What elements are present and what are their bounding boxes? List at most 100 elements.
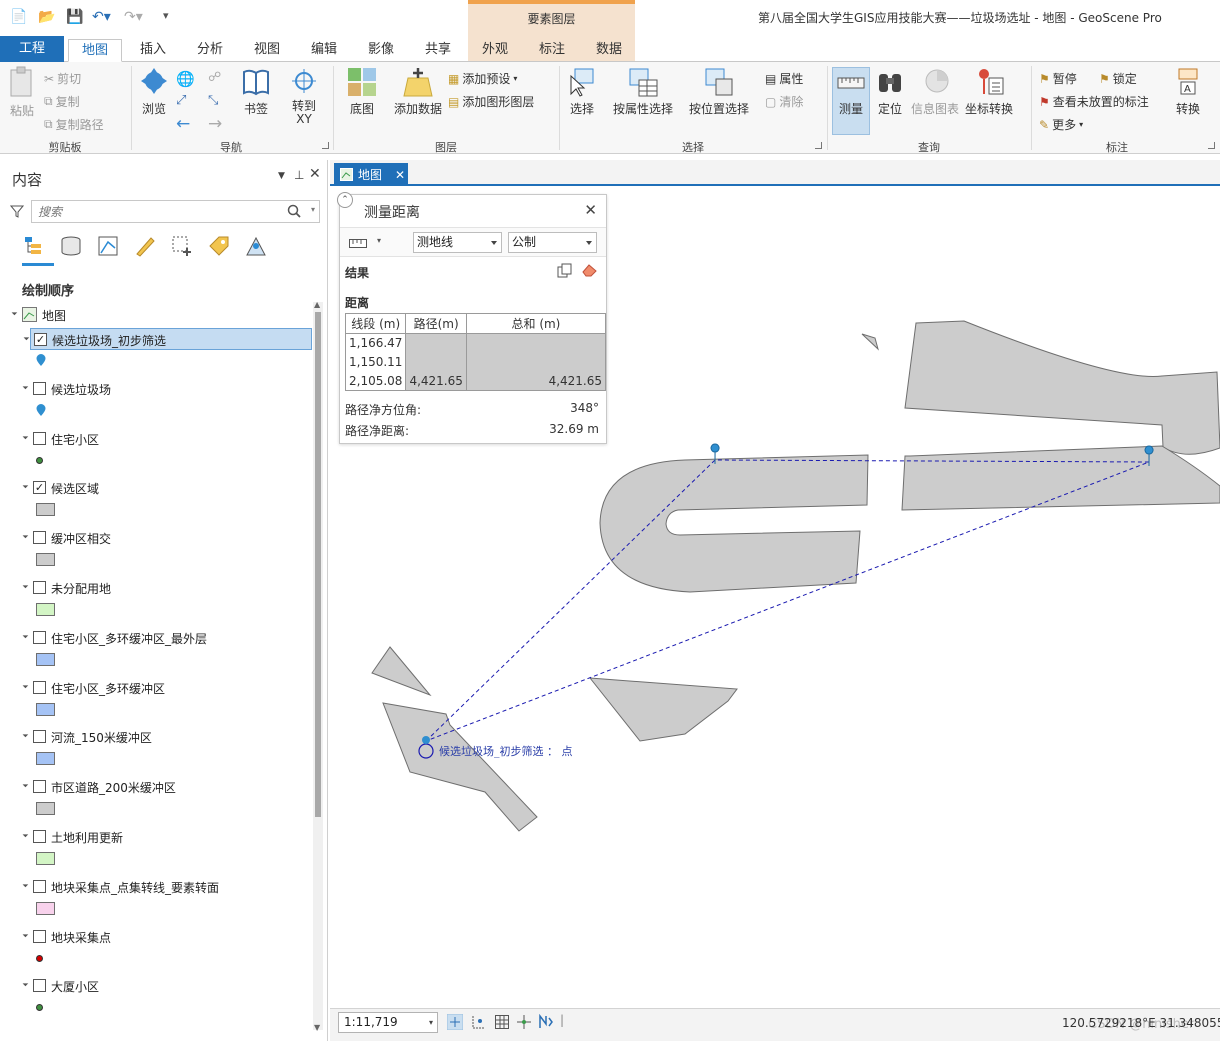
search-icon[interactable] xyxy=(287,204,301,218)
layer-item[interactable]: 住宅小区_多环缓冲区 xyxy=(0,677,312,699)
navigator-icon[interactable] xyxy=(538,1014,554,1030)
add-data-button[interactable]: 添加数据 xyxy=(392,66,444,117)
layer-item[interactable]: 地块采集点_点集转线_要素转面 xyxy=(0,876,312,898)
zoom-to-selection-icon[interactable]: ☍ xyxy=(208,70,221,85)
attributes-button[interactable]: ▤ 属性 xyxy=(765,70,803,87)
select-by-attributes-button[interactable]: 按属性选择 xyxy=(612,66,674,117)
cut-button[interactable]: ✂ 剪切 xyxy=(44,70,81,87)
polygon-symbol-swatch[interactable] xyxy=(36,752,55,765)
tab-view[interactable]: 视图 xyxy=(240,39,294,62)
pin-symbol-icon[interactable] xyxy=(35,353,47,367)
measure-mode-dropdown[interactable]: 测地线 xyxy=(413,232,502,253)
search-input[interactable] xyxy=(32,201,272,222)
expand-arrow-icon[interactable] xyxy=(19,778,29,788)
polygon-symbol-swatch[interactable] xyxy=(36,553,55,566)
grid-icon[interactable] xyxy=(494,1014,510,1030)
expand-arrow-icon[interactable] xyxy=(19,579,29,589)
expand-arrow-icon[interactable] xyxy=(19,977,29,987)
layer-visibility-checkbox[interactable] xyxy=(33,930,46,943)
layer-item[interactable]: 河流_150米缓冲区 xyxy=(0,726,312,748)
pin-symbol-icon[interactable] xyxy=(35,403,47,417)
save-icon[interactable]: 💾 xyxy=(66,9,83,25)
polygon-symbol-swatch[interactable] xyxy=(36,852,55,865)
polygon-symbol-swatch[interactable] xyxy=(36,802,55,815)
layer-item[interactable]: 市区道路_200米缓冲区 xyxy=(0,776,312,798)
layer-visibility-checkbox[interactable] xyxy=(33,880,46,893)
tab-imagery[interactable]: 影像 xyxy=(354,39,408,62)
layer-item[interactable]: 缓冲区相交 xyxy=(0,527,312,549)
point-symbol-icon[interactable] xyxy=(36,457,43,464)
contents-scrollbar[interactable]: ▲ ▼ xyxy=(313,300,323,1032)
layer-visibility-checkbox[interactable] xyxy=(33,631,46,644)
labeling-dialog-launcher[interactable] xyxy=(1208,142,1215,149)
polygon-symbol-swatch[interactable] xyxy=(36,653,55,666)
polygon-symbol-swatch[interactable] xyxy=(36,503,55,516)
list-by-editing-icon[interactable] xyxy=(133,234,157,258)
tab-share[interactable]: 共享 xyxy=(411,39,465,62)
redo-icon[interactable]: ↷▾ xyxy=(124,9,143,25)
open-icon[interactable]: 📂 xyxy=(38,9,55,25)
new-project-icon[interactable]: 📄 xyxy=(10,9,27,25)
polygon-symbol-swatch[interactable] xyxy=(36,603,55,616)
copy-path-button[interactable]: ⧉ 复制路径 xyxy=(44,116,104,133)
list-by-data-source-icon[interactable] xyxy=(59,234,83,258)
close-icon[interactable]: ✕ xyxy=(309,166,321,182)
layer-visibility-checkbox[interactable] xyxy=(33,780,46,793)
pause-labeling-button[interactable]: ⚑ 暂停 xyxy=(1039,70,1077,87)
list-by-labeling-icon[interactable] xyxy=(207,234,231,258)
polygon-symbol-swatch[interactable] xyxy=(36,902,55,915)
copy-results-icon[interactable] xyxy=(557,263,572,278)
list-by-drawing-order-icon[interactable] xyxy=(22,234,46,258)
point-symbol-icon[interactable] xyxy=(36,955,43,962)
layer-item[interactable]: 土地利用更新 xyxy=(0,826,312,848)
expand-arrow-icon[interactable] xyxy=(19,928,29,938)
layer-item[interactable]: ✓ 候选垃圾场_初步筛选 xyxy=(20,328,312,350)
filter-icon[interactable] xyxy=(10,204,24,218)
bookmarks-button[interactable]: 书签 xyxy=(240,66,272,117)
navigate-dialog-launcher[interactable] xyxy=(322,142,329,149)
layer-visibility-checkbox[interactable]: ✓ xyxy=(33,481,46,494)
coordinate-conversion-button[interactable]: 坐标转换 xyxy=(964,66,1014,117)
select-by-location-button[interactable]: 按位置选择 xyxy=(688,66,750,117)
goto-xy-button[interactable]: 转到 XY xyxy=(288,66,320,126)
tab-map[interactable]: 地图 xyxy=(68,39,122,62)
ruler-icon[interactable] xyxy=(349,239,367,248)
tab-project[interactable]: 工程 xyxy=(0,36,64,62)
tab-data[interactable]: 数据 xyxy=(582,39,636,62)
constraints-icon[interactable] xyxy=(516,1014,532,1030)
expand-arrow-icon[interactable] xyxy=(8,306,18,316)
copy-button[interactable]: ⧉ 复制 xyxy=(44,93,80,110)
scroll-up-icon[interactable]: ▲ xyxy=(314,300,320,309)
measure-button[interactable]: 测量 xyxy=(832,67,870,135)
basemap-button[interactable]: 底图 xyxy=(342,66,382,117)
pane-options-icon[interactable]: ▼ xyxy=(278,171,285,181)
fixed-zoom-out-icon[interactable]: ⤡ xyxy=(208,93,218,108)
polygon-symbol-swatch[interactable] xyxy=(36,703,55,716)
layer-item[interactable]: 住宅小区 xyxy=(0,428,312,450)
previous-extent-icon[interactable]: ← xyxy=(176,114,190,134)
paste-button[interactable]: 粘贴 xyxy=(6,66,38,119)
layer-item[interactable]: 大厦小区 xyxy=(0,975,312,997)
tab-insert[interactable]: 插入 xyxy=(126,39,180,62)
add-graphics-layer-button[interactable]: ▤ 添加图形图层 xyxy=(448,93,534,110)
expand-arrow-icon[interactable] xyxy=(19,878,29,888)
map-view-tab[interactable]: 地图 ✕ xyxy=(334,163,408,186)
tab-labeling[interactable]: 标注 xyxy=(525,39,579,62)
infographics-button[interactable]: 信息图表 xyxy=(910,66,960,117)
expand-arrow-icon[interactable] xyxy=(19,430,29,440)
eraser-icon[interactable] xyxy=(581,263,597,277)
layer-item[interactable]: 住宅小区_多环缓冲区_最外层 xyxy=(0,627,312,649)
convert-labels-button[interactable]: A 转换 xyxy=(1170,66,1206,117)
scale-dropdown[interactable]: 1:11,719 ▾ xyxy=(338,1012,438,1033)
map-node[interactable]: 地图 xyxy=(0,304,312,326)
expand-arrow-icon[interactable] xyxy=(20,331,30,341)
tab-appearance[interactable]: 外观 xyxy=(468,39,522,62)
list-by-selection-icon[interactable] xyxy=(96,234,120,258)
expand-arrow-icon[interactable] xyxy=(19,679,29,689)
tab-analysis[interactable]: 分析 xyxy=(183,39,237,62)
customize-toolbar-icon[interactable]: ▾ xyxy=(163,9,169,22)
selection-dialog-launcher[interactable] xyxy=(815,142,822,149)
layer-visibility-checkbox[interactable] xyxy=(33,681,46,694)
layer-item[interactable]: 候选垃圾场 xyxy=(0,378,312,400)
locate-button[interactable]: 定位 xyxy=(874,66,906,117)
